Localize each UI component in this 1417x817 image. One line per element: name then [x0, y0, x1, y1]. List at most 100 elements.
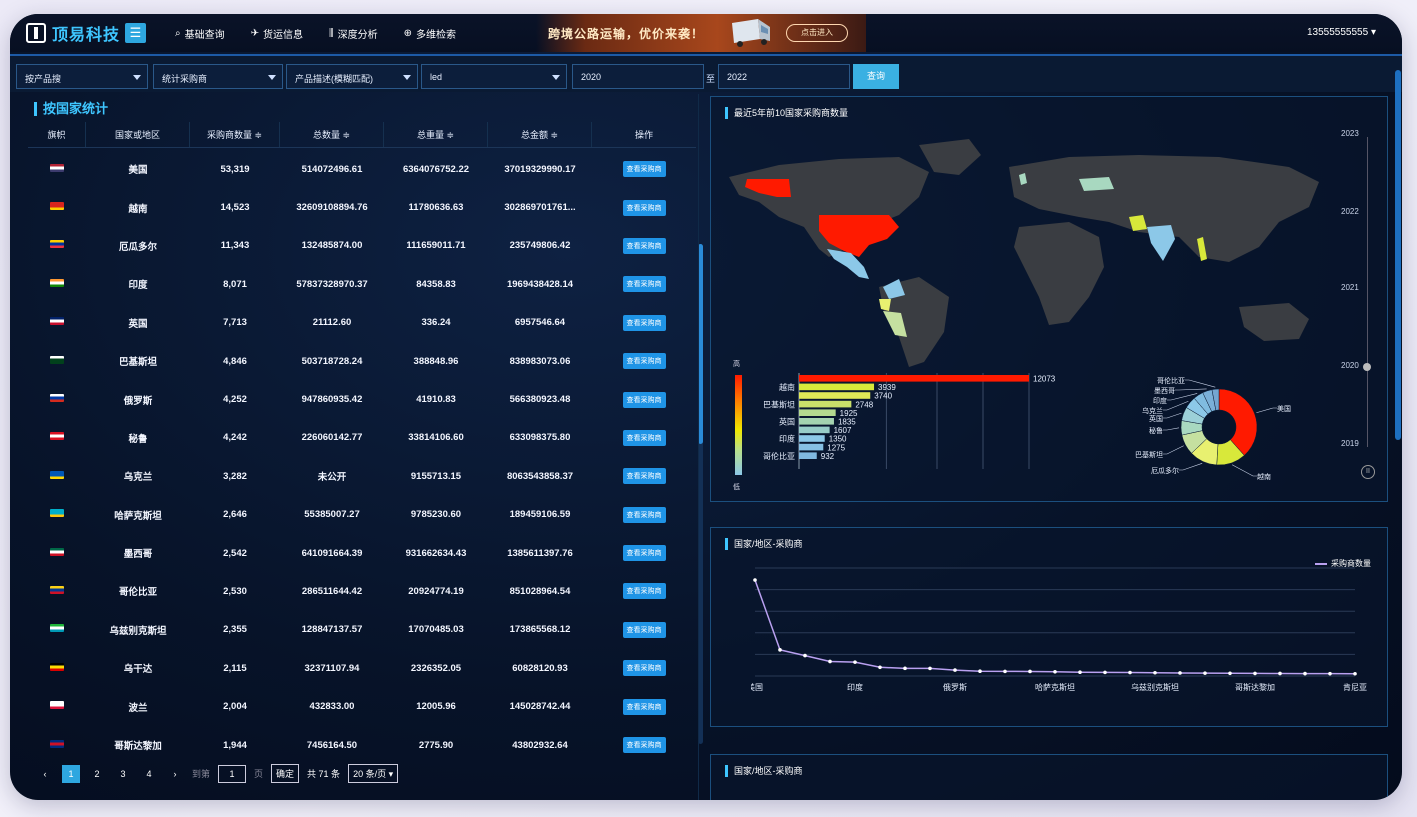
pause-icon[interactable]: II: [1361, 465, 1375, 479]
col-buyers[interactable]: 采购商数量 ≑: [190, 122, 280, 147]
data-point: [1278, 671, 1282, 676]
view-buyers-button[interactable]: 查看采购商: [622, 429, 666, 446]
next-page-icon[interactable]: ›: [166, 765, 184, 783]
query-button[interactable]: 查询: [853, 64, 899, 89]
data-point: [1103, 670, 1107, 675]
weight-cell: 33814106.60: [408, 432, 464, 444]
action-cell: 查看采购商: [592, 698, 696, 715]
timeline-handle[interactable]: [1363, 363, 1371, 371]
stat-type-select[interactable]: 统计采购商: [153, 64, 283, 89]
page-1[interactable]: 1: [62, 764, 80, 783]
page-2[interactable]: 2: [88, 765, 106, 783]
panel-title: 国家/地区-采购商: [725, 538, 803, 550]
nav-multi-search[interactable]: ⊕ 多维检索: [404, 26, 456, 41]
view-buyers-button[interactable]: 查看采购商: [622, 506, 666, 523]
input-value: 2020: [581, 72, 602, 82]
nav-freight-info[interactable]: ✈ 货运信息: [251, 26, 303, 41]
page-size-select[interactable]: 20 条/页 ▾: [348, 764, 399, 783]
x-tick-label: 哥斯达黎加: [1235, 682, 1275, 692]
slice-label: 英国: [1149, 414, 1163, 423]
bar: [799, 400, 852, 408]
slice-label: 美国: [1277, 404, 1291, 413]
view-buyers-button[interactable]: 查看采购商: [622, 583, 666, 600]
flag-icon: [50, 662, 64, 671]
match-mode-select[interactable]: 产品描述(模糊匹配): [286, 64, 418, 89]
flag-icon: [50, 317, 64, 326]
page-4[interactable]: 4: [140, 765, 158, 783]
promo-banner[interactable]: 跨境公路运输，优价来袭！ 点击进入: [536, 14, 866, 52]
view-buyers-button[interactable]: 查看采购商: [622, 698, 666, 715]
nav-deep-analysis[interactable]: ⫼ 深度分析: [329, 26, 378, 41]
quantity-cell: 432833.00: [309, 701, 355, 713]
view-buyers-button[interactable]: 查看采购商: [622, 468, 666, 485]
action-cell: 查看采购商: [592, 506, 696, 523]
goto-page-input[interactable]: 1: [218, 764, 247, 783]
slice-label: 越南: [1257, 472, 1271, 481]
quantity-cell: 32371107.94: [304, 662, 360, 674]
buyers-cell: 4,846: [223, 355, 247, 367]
buyers-cell: 4,242: [223, 432, 247, 444]
view-buyers-button[interactable]: 查看采购商: [622, 314, 666, 331]
user-menu[interactable]: 13555555555 ▾: [1307, 27, 1376, 38]
view-buyers-button[interactable]: 查看采购商: [622, 353, 666, 370]
view-buyers-button[interactable]: 查看采购商: [622, 660, 666, 677]
bar-category-label: 印度: [779, 434, 795, 444]
flag-cell: [28, 470, 86, 482]
buyers-cell: 8,071: [223, 278, 247, 290]
country-cell: 哥斯达黎加: [114, 741, 162, 753]
flag-cell: [28, 202, 86, 213]
keyword-input[interactable]: led: [421, 64, 567, 89]
leader-line: [1231, 464, 1257, 477]
country-cell: 越南: [128, 203, 148, 215]
view-buyers-button[interactable]: 查看采购商: [622, 621, 666, 638]
country-cell: 哈萨克斯坦: [114, 510, 162, 522]
end-year-input[interactable]: 2022: [718, 64, 850, 89]
world-map[interactable]: [719, 127, 1339, 367]
page-3[interactable]: 3: [114, 765, 132, 783]
promo-enter-button[interactable]: 点击进入: [786, 24, 848, 42]
bar-value-label: 3740: [874, 392, 892, 401]
flag-cell: [28, 701, 86, 712]
bar: [799, 392, 871, 399]
view-buyers-button[interactable]: 查看采购商: [622, 391, 666, 408]
data-point: [1053, 669, 1057, 674]
view-buyers-button[interactable]: 查看采购商: [622, 237, 666, 254]
country-cell: 墨西哥: [123, 549, 153, 561]
brand-logo[interactable]: 顶易科技: [26, 21, 120, 45]
col-amount[interactable]: 总金额 ≑: [488, 122, 592, 147]
buyer-donut-chart: 美国越南 厄瓜多尔 巴基斯坦 秘鲁 英国乌克兰印度墨西哥 哥伦比亚: [1135, 376, 1291, 481]
page-scrollbar[interactable]: [1395, 70, 1401, 440]
view-buyers-button[interactable]: 查看采购商: [622, 199, 666, 216]
flag-cell: [28, 355, 86, 367]
view-buyers-button[interactable]: 查看采购商: [622, 545, 666, 562]
truck-icon: [732, 19, 770, 47]
prev-page-icon[interactable]: ‹: [36, 765, 54, 783]
weight-cell: 12005.96: [416, 701, 456, 713]
slice-label: 巴基斯坦: [1135, 450, 1163, 459]
buyer-line-chart: 美国 印度 俄罗斯 哈萨克斯坦 乌兹别克斯坦 哥斯达黎加 肯尼亚: [751, 567, 1367, 692]
col-quantity[interactable]: 总数量 ≑: [280, 122, 384, 147]
flag-icon: [50, 585, 64, 594]
flag-icon: [50, 547, 64, 556]
search-type-select[interactable]: 按产品搜: [16, 64, 148, 89]
col-weight[interactable]: 总重量 ≑: [384, 122, 488, 147]
view-buyers-button[interactable]: 查看采购商: [622, 161, 666, 178]
flag-icon: [50, 163, 64, 172]
view-buyers-button[interactable]: 查看采购商: [622, 737, 666, 754]
data-point: [778, 648, 782, 652]
weight-cell: 20924774.19: [408, 585, 464, 597]
menu-toggle-button[interactable]: ☰: [125, 23, 146, 43]
bar: [799, 409, 836, 416]
year-2022[interactable]: 2022: [1341, 207, 1359, 216]
weight-cell: 9785230.60: [410, 509, 462, 521]
year-2020[interactable]: 2020: [1341, 361, 1359, 370]
year-2021[interactable]: 2021: [1341, 283, 1359, 292]
view-buyers-button[interactable]: 查看采购商: [622, 276, 666, 293]
year-2019[interactable]: 2019: [1341, 439, 1359, 448]
slice-label: 印度: [1153, 396, 1167, 405]
goto-confirm-button[interactable]: 确定: [271, 764, 300, 783]
nav-basic-query[interactable]: ⌕ 基础查询: [175, 26, 225, 41]
country-cell: 美国: [128, 165, 148, 177]
start-year-input[interactable]: 2020: [572, 64, 704, 89]
year-2023[interactable]: 2023: [1341, 129, 1359, 138]
